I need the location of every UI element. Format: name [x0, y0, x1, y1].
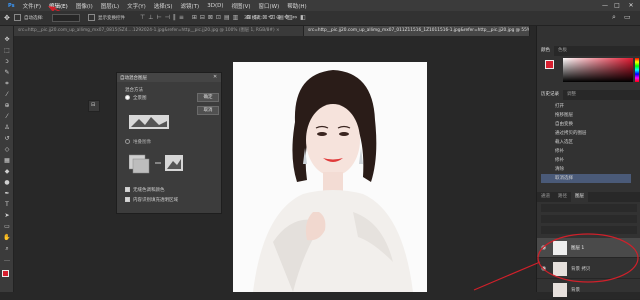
menu-3d[interactable]: 3D(D): [203, 3, 227, 9]
ps-logo: Ps: [8, 2, 15, 9]
move-tool-icon[interactable]: ✥: [4, 14, 10, 22]
history-item[interactable]: 修补: [541, 156, 631, 165]
stack-preview-icon: [129, 154, 183, 174]
history-item[interactable]: 清除: [541, 165, 631, 174]
history-panel-tabs: 历史记录 调整: [537, 90, 640, 100]
eyedropper-icon[interactable]: ⁄: [3, 91, 11, 99]
color-picker-field[interactable]: [563, 58, 633, 82]
menu-type[interactable]: 文字(Y): [123, 2, 150, 10]
tab-channels[interactable]: 通道: [537, 192, 554, 202]
lasso-icon[interactable]: ↄ: [3, 58, 11, 66]
properties-panel-icon[interactable]: ⊟: [88, 100, 100, 112]
history-item[interactable]: 载入选区: [541, 138, 631, 147]
menu-layer[interactable]: 图层(L): [97, 2, 123, 10]
content-aware-checkbox[interactable]: [125, 197, 130, 202]
dialog-close-icon[interactable]: ✕: [213, 74, 217, 80]
portrait-image: [233, 62, 427, 292]
menu-view[interactable]: 视图(V): [227, 2, 254, 10]
blur-icon[interactable]: ◆: [3, 168, 11, 176]
cancel-button: 取消: [197, 106, 219, 115]
history-item[interactable]: 通过拷贝的图层: [541, 129, 631, 138]
tab-swatches[interactable]: 色板: [554, 46, 571, 56]
hand-icon[interactable]: ✋: [3, 234, 11, 242]
move-icon[interactable]: ✥: [3, 36, 11, 44]
dodge-icon[interactable]: ●: [3, 179, 11, 187]
history-brush-icon[interactable]: ↺: [3, 135, 11, 143]
history-item[interactable]: 打开: [541, 102, 631, 111]
history-item[interactable]: 自由变换: [541, 120, 631, 129]
auto-select-checkbox[interactable]: [14, 14, 21, 21]
hue-slider[interactable]: [635, 58, 639, 82]
auto-select-dropdown[interactable]: [52, 14, 80, 22]
history-item[interactable]: 拖移图层: [541, 111, 631, 120]
menu-window[interactable]: 窗口(W): [255, 2, 284, 10]
show-transform-label: 显示变换控件: [98, 16, 125, 21]
stack-images-radio[interactable]: [125, 139, 130, 144]
blend-method-label: 混合方法: [125, 88, 143, 93]
tab-layers[interactable]: 图层: [571, 192, 588, 202]
foreground-color-swatch[interactable]: [2, 270, 9, 277]
stack-images-label: 堆叠图像: [133, 140, 151, 145]
menu-bar: Ps 文件(F) 编辑(E) 图像(I) 图层(L) 文字(Y) 选择(S) 滤…: [0, 0, 640, 11]
pen-icon[interactable]: ✒: [3, 190, 11, 198]
more-tools-icon[interactable]: …: [3, 256, 11, 264]
3d-mode-label: 3D 模式:: [244, 16, 263, 21]
zoom-icon[interactable]: ⌕: [3, 245, 11, 253]
show-transform-checkbox[interactable]: [88, 14, 95, 21]
search-icon[interactable]: ⌕: [612, 13, 616, 22]
stamp-icon[interactable]: ♙: [3, 124, 11, 132]
annotation-ellipse: [473, 233, 639, 291]
menu-filter[interactable]: 滤镜(T): [177, 2, 204, 10]
fg-color-chip[interactable]: [545, 60, 554, 69]
options-bar: ✥ 自动选择: 显示变换控件 ⊤⊥⊢⊣‖≡ ⊞⊟⊠⊡▤▥ ⊞⊟⊠⊡▤▥ 3D 模…: [0, 11, 640, 26]
history-item[interactable]: 修补: [541, 147, 631, 156]
tab-color[interactable]: 颜色: [537, 46, 554, 56]
auto-blend-layers-dialog: 自动混合图层 ✕ 混合方法 全景图 确定 取消 堆叠图像 无缝色调和颜色 内容识…: [116, 72, 222, 214]
close-icon[interactable]: ✕: [626, 1, 636, 10]
dialog-title: 自动混合图层: [120, 76, 147, 81]
seamless-tones-label: 无缝色调和颜色: [133, 188, 165, 193]
color-panel-tabs: 颜色 色板: [537, 46, 640, 56]
shape-icon[interactable]: ▭: [3, 223, 11, 231]
blend-mode-bar[interactable]: [541, 215, 637, 223]
healing-icon[interactable]: ⊕: [3, 102, 11, 110]
panorama-label: 全景图: [133, 96, 147, 101]
seamless-tones-checkbox[interactable]: [125, 187, 130, 192]
content-aware-label: 内容识别填充透明区域: [133, 198, 178, 203]
eraser-icon[interactable]: ◇: [3, 146, 11, 154]
layer-filter-bar[interactable]: [541, 204, 637, 212]
crop-icon[interactable]: ⌗: [3, 80, 11, 88]
history-item-selected[interactable]: 取消选择: [541, 174, 631, 183]
path-select-icon[interactable]: ➤: [3, 212, 11, 220]
marquee-icon[interactable]: ⬚: [3, 47, 11, 55]
quick-select-icon[interactable]: ✎: [3, 69, 11, 77]
workspace-icon[interactable]: ▭: [624, 13, 631, 21]
tab-document-2[interactable]: src=http__pic.jj20.com_up_allimg_mx07_01…: [304, 26, 530, 36]
maximize-icon[interactable]: □: [612, 1, 622, 10]
tab-document-1[interactable]: src=http__pic.jj20.com_up_allimg_mx07_08…: [14, 26, 304, 36]
menu-select[interactable]: 选择(S): [150, 2, 177, 10]
gradient-icon[interactable]: ▦: [3, 157, 11, 165]
tab-history[interactable]: 历史记录: [537, 90, 563, 100]
brush-icon[interactable]: ⁄: [3, 113, 11, 121]
tool-panel: ✥ ⬚ ↄ ✎ ⌗ ⁄ ⊕ ⁄ ♙ ↺ ◇ ▦ ◆ ● ✒ T ➤ ▭ ✋ ⌕ …: [0, 26, 14, 292]
menu-help[interactable]: 帮助(H): [283, 2, 310, 10]
document-tabs: src=http__pic.jj20.com_up_allimg_mx07_08…: [14, 26, 530, 36]
panorama-radio[interactable]: [125, 95, 130, 100]
type-icon[interactable]: T: [3, 201, 11, 209]
layers-panel-tabs: 通道 路径 图层: [537, 192, 640, 202]
panorama-preview-icon: [129, 115, 169, 129]
tab-paths[interactable]: 路径: [554, 192, 571, 202]
tab-adjustments[interactable]: 调整: [563, 90, 580, 100]
auto-select-label: 自动选择:: [24, 16, 44, 21]
3d-mode-icons[interactable]: ⟲⊕✥⇔◧: [268, 14, 309, 21]
minimize-icon[interactable]: —: [600, 1, 610, 10]
document-canvas[interactable]: [233, 62, 427, 292]
ok-button[interactable]: 确定: [197, 93, 219, 102]
